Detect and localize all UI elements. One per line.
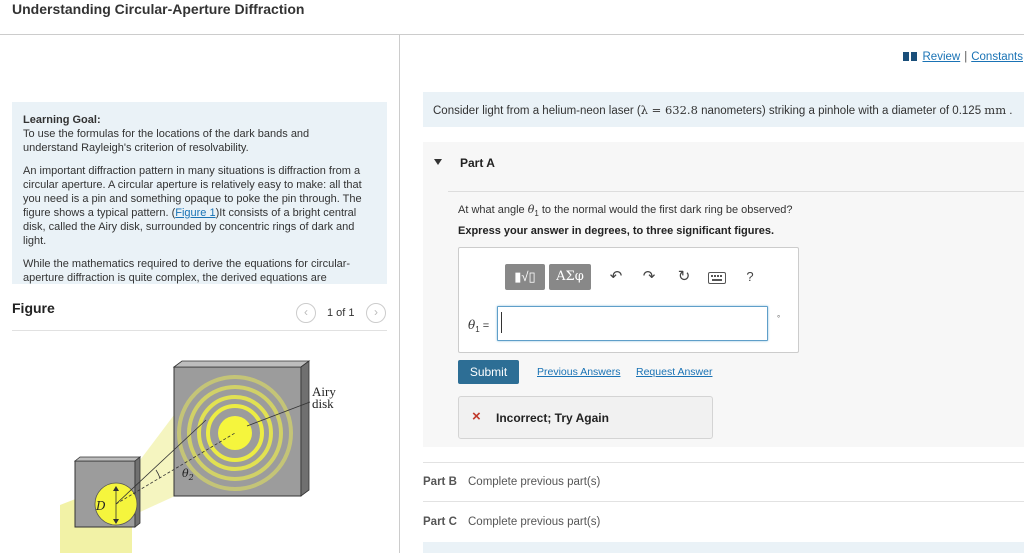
text-caret — [501, 312, 502, 333]
part-divider — [423, 501, 1024, 502]
reset-icon[interactable]: ↻ — [675, 268, 693, 286]
figure-1-link[interactable]: Figure 1 — [175, 207, 215, 219]
intro-text-line: light. — [23, 235, 47, 247]
screen-top-edge — [172, 360, 311, 368]
figure-page-count: 1 of 1 — [327, 307, 355, 319]
templates-button[interactable]: ▮√▯ — [505, 264, 545, 290]
problem-statement: Consider light from a helium-neon laser … — [433, 103, 1013, 117]
incorrect-x-icon: × — [472, 408, 481, 425]
next-section-strip — [423, 542, 1024, 553]
part-a-instruction: Express your answer in degrees, to three… — [458, 225, 775, 237]
figure-divider — [12, 330, 387, 331]
goal-text-line: To use the formulas for the locations of… — [23, 128, 310, 140]
help-button[interactable]: ? — [741, 268, 759, 286]
part-c-status: Complete previous part(s) — [468, 516, 601, 528]
redo-icon[interactable]: ↷ — [640, 268, 658, 286]
part-a-question: At what angle θ1 to the normal would the… — [458, 203, 793, 219]
problem-statement-box: Consider light from a helium-neon laser … — [423, 92, 1024, 127]
diffraction-figure: Airy disk θ2 D — [60, 360, 336, 553]
intro-text-line: An important diffraction pattern in many… — [23, 165, 361, 177]
figure-next-button[interactable]: › — [366, 303, 386, 323]
intro-text-line: disk, called the Airy disk, surrounded b… — [23, 221, 355, 233]
page-title: Understanding Circular-Aperture Diffract… — [12, 1, 305, 17]
submit-button[interactable]: Submit — [458, 360, 519, 384]
degree-unit: ° — [777, 314, 781, 323]
collapse-triangle-icon[interactable] — [434, 159, 442, 165]
intro-text-line: While the mathematics required to derive… — [23, 258, 351, 270]
diameter-label: D — [95, 499, 106, 513]
part-divider — [423, 462, 1024, 463]
part-b-status: Complete previous part(s) — [468, 476, 601, 488]
review-constants-links: Review | Constants — [903, 51, 1023, 63]
request-answer-link[interactable]: Request Answer — [636, 366, 712, 378]
answer-input[interactable] — [497, 306, 768, 341]
column-divider — [399, 34, 400, 553]
disk-label: disk — [312, 396, 334, 411]
intro-text-line: you need is a pin and something opaque t… — [23, 193, 362, 205]
previous-answers-link[interactable]: Previous Answers — [537, 366, 620, 378]
review-link[interactable]: Review — [923, 51, 961, 63]
undo-icon[interactable]: ↶ — [607, 268, 625, 286]
part-c-title[interactable]: Part C — [423, 516, 457, 528]
constants-link[interactable]: Constants — [971, 51, 1023, 63]
part-a-title[interactable]: Part A — [460, 156, 495, 170]
screen-side-edge — [300, 360, 310, 497]
answer-variable-label: θ1 = — [468, 318, 490, 335]
feedback-message: Incorrect; Try Again — [496, 411, 609, 425]
chevron-left-icon: ‹ — [304, 305, 308, 319]
intro-text-line: figure shows a typical pattern. (Figure … — [23, 207, 357, 219]
intro-text-line: aperture diffraction is quite complex, t… — [23, 272, 327, 284]
learning-goal-box: Learning Goal: To use the formulas for t… — [12, 102, 387, 284]
book-icon — [903, 52, 918, 62]
part-b-title[interactable]: Part B — [423, 476, 457, 488]
keyboard-icon[interactable] — [708, 272, 726, 284]
figure-heading: Figure — [12, 300, 55, 316]
goal-text-line: understand Rayleigh's criterion of resol… — [23, 142, 249, 154]
learning-goal-heading: Learning Goal: — [23, 114, 101, 126]
figure-prev-button[interactable]: ‹ — [296, 303, 316, 323]
chevron-right-icon: › — [374, 305, 378, 319]
intro-text-line: circular aperture. A circular aperture i… — [23, 179, 362, 191]
title-divider — [0, 34, 1024, 35]
greek-symbols-button[interactable]: ΑΣφ — [549, 264, 591, 290]
part-a-divider — [448, 191, 1024, 192]
